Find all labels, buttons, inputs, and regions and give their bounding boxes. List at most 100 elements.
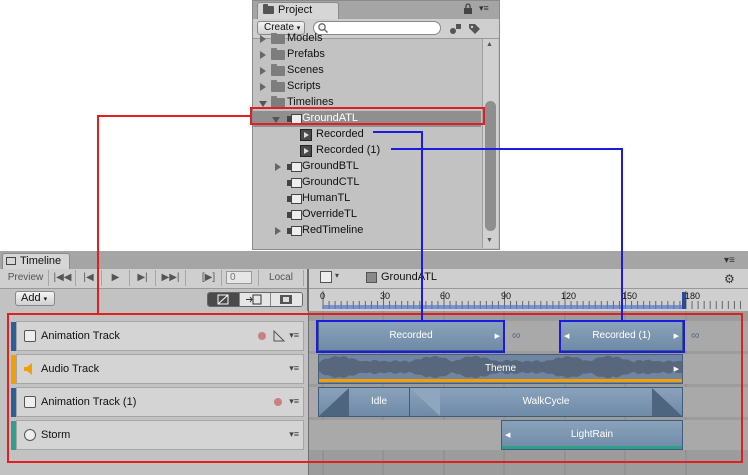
tree-item-recorded-1[interactable]: Recorded (1) [253,143,481,159]
tree-item-recorded[interactable]: Recorded [253,127,481,143]
frame-field[interactable]: 0 [226,271,252,284]
record-button[interactable] [258,332,266,340]
asset-cube-icon [366,272,377,283]
curves-icon[interactable] [273,330,285,342]
project-tab[interactable]: Project [257,2,339,19]
panel-menu-icon[interactable]: ▾≡ [479,3,489,14]
tree-item-label: HumanTL [302,192,351,204]
track-menu-icon[interactable]: ▾≡ [289,330,299,341]
record-button[interactable] [274,398,282,406]
ruler-ticks [322,291,741,309]
clip-lightrain[interactable]: ◀ LightRain [501,420,683,450]
preview-button[interactable]: Preview [3,270,49,286]
project-tab-label: Project [278,4,313,16]
loop-icon: ∞ [691,328,700,342]
mix-mode-icon[interactable] [208,293,239,306]
tree-item-label: Recorded (1) [316,144,381,156]
track-header-storm[interactable]: Storm ▾≡ [11,420,304,450]
clip-walkcycle[interactable]: WalkCycle [409,387,683,417]
tree-item-label: GroundATL [302,112,359,124]
animator-icon [24,396,36,408]
clip-end-arrow-icon: ▶ [673,366,679,373]
folder-icon [271,48,285,60]
tree-item-humantl[interactable]: HumanTL [253,191,481,207]
tree-item-label: RedTimeline [302,224,364,236]
play-icon[interactable]: ▶ [102,270,130,286]
timeline-asset-icon [287,114,302,124]
track-color-stripe [11,355,16,384]
ripple-mode-icon[interactable] [239,293,271,306]
expand-arrow-icon[interactable] [260,35,266,43]
timeline-tab[interactable]: Timeline [2,253,70,269]
previous-frame-icon[interactable]: |◀ [76,270,102,286]
dropdown-arrow-icon: ▾ [335,271,340,280]
animation-clip-icon [300,129,312,141]
animator-icon [24,330,36,342]
ruler-tick-label: 0 [320,291,326,301]
clip-end-arrow-icon: ▶ [494,333,500,340]
dropdown-arrow-icon: ▾ [43,296,48,303]
go-to-start-icon[interactable]: |◀◀ [50,270,76,286]
tree-item-prefabs[interactable]: Prefabs [253,47,481,63]
tree-item-label: GroundCTL [302,176,360,188]
speaker-icon [24,363,32,375]
track-header-animation[interactable]: Animation Track ▾≡ [11,321,304,351]
track-menu-icon[interactable]: ▾≡ [289,363,299,374]
track-header-list: Animation Track ▾≡ Audio Track ▾≡ Animat… [0,311,308,475]
tree-item-timelines[interactable]: Timelines [253,95,481,111]
track-menu-icon[interactable]: ▾≡ [289,429,299,440]
lock-icon[interactable] [463,3,473,15]
local-mode-button[interactable]: Local [258,270,304,286]
expand-arrow-icon[interactable] [260,67,266,75]
time-ruler[interactable]: 0 30 60 90 120 150 180 [309,289,748,312]
tree-item-groundctl[interactable]: GroundCTL [253,175,481,191]
go-to-end-icon[interactable]: ▶▶| [156,270,186,286]
tree-item-overridetl[interactable]: OverrideTL [253,207,481,223]
playback-toolbar: Preview |◀◀ |◀ ▶ ▶| ▶▶| [▶] 0 Local ▾ Gr… [0,269,748,289]
animation-clip-icon [300,145,312,157]
scrollbar-thumb[interactable] [485,101,496,231]
clip-theme[interactable]: Theme ▶ [318,354,683,384]
tree-item-scenes[interactable]: Scenes [253,63,481,79]
next-frame-icon[interactable]: ▶| [130,270,156,286]
ruler-tick-label: 30 [380,291,391,301]
timeline-dropdown-icon[interactable] [320,271,332,283]
edit-mode-group [207,292,303,307]
scroll-up-arrow-icon[interactable]: ▲ [486,41,493,48]
timeline-tab-label: Timeline [20,255,62,267]
clip-recorded[interactable]: Recorded ▶ [318,321,504,351]
collapse-arrow-icon[interactable] [272,117,280,123]
expand-arrow-icon[interactable] [260,83,266,91]
add-label: Add [21,292,41,304]
track-name: Audio Track [41,363,100,375]
timeline-selector[interactable]: ▾ GroundATL [316,271,446,286]
expand-arrow-icon[interactable] [260,51,266,59]
clips-area[interactable]: Recorded ▶ ∞ ◀ Recorded (1) ▶ ∞ Theme ▶ … [309,311,748,475]
panel-menu-icon[interactable]: ▾≡ [724,255,740,266]
add-track-button[interactable]: Add ▾ [15,291,55,306]
track-header-audio[interactable]: Audio Track ▾≡ [11,354,304,384]
ruler-tick-label: 150 [622,291,638,301]
replace-mode-icon[interactable] [270,293,302,306]
create-label: Create [264,22,295,33]
track-menu-icon[interactable]: ▾≡ [289,396,299,407]
tree-item-redtimeline[interactable]: RedTimeline [253,223,481,239]
project-scrollbar[interactable]: ▲ ▼ [482,39,498,248]
track-header-animation-1[interactable]: Animation Track (1) ▾≡ [11,387,304,417]
tree-item-groundbtl[interactable]: GroundBTL [253,159,481,175]
tree-item-label: Recorded [316,128,364,140]
folder-icon [271,33,285,44]
scroll-down-arrow-icon[interactable]: ▼ [486,237,493,244]
tree-item-groundatl[interactable]: GroundATL [253,111,481,127]
tree-item-label: Prefabs [287,48,325,60]
expand-arrow-icon[interactable] [275,227,281,235]
tree-item-models[interactable]: Models [253,33,481,47]
clip-label: Recorded [389,330,433,341]
expand-arrow-icon[interactable] [275,163,281,171]
tree-item-label: Scripts [287,80,321,92]
play-range-icon[interactable]: [▶] [196,270,222,286]
tree-item-scripts[interactable]: Scripts [253,79,481,95]
collapse-arrow-icon[interactable] [259,101,267,107]
settings-gear-icon[interactable]: ⚙ [724,272,735,286]
clip-recorded-1[interactable]: ◀ Recorded (1) ▶ [560,321,683,351]
